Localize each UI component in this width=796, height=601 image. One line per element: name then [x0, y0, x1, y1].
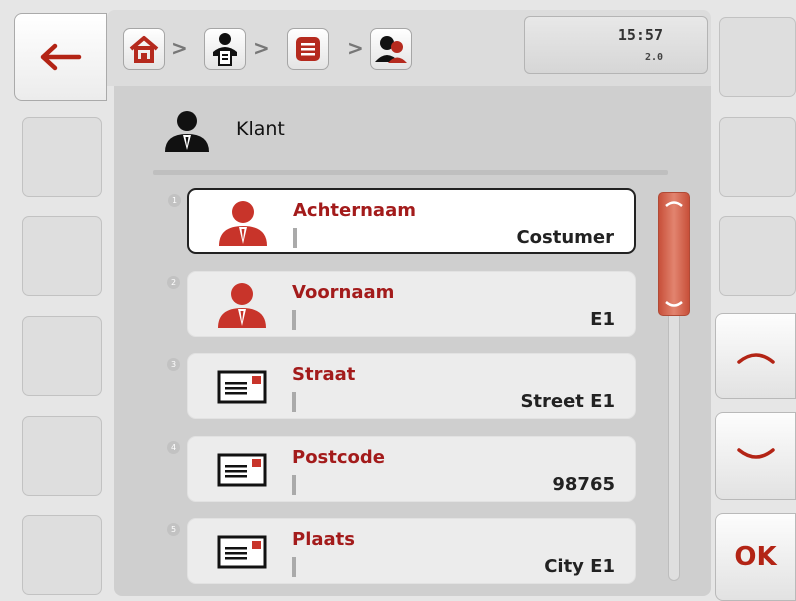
row-number: 4 — [167, 441, 180, 454]
field-value: 98765 — [552, 474, 615, 495]
field-label: Voornaam — [292, 282, 395, 303]
softkey-right-1[interactable] — [719, 17, 796, 97]
field-value: City E1 — [544, 556, 615, 577]
breadcrumb-list[interactable] — [287, 28, 329, 70]
row-number: 2 — [167, 276, 180, 289]
field-value: E1 — [590, 309, 615, 330]
field-label: Plaats — [292, 529, 355, 550]
softkey-left-4[interactable] — [22, 316, 102, 396]
field-value: Costumer — [516, 227, 614, 248]
breadcrumb-customers[interactable] — [204, 28, 246, 70]
breadcrumb-home[interactable] — [123, 28, 165, 70]
person-icon — [219, 201, 267, 246]
scroll-up-button[interactable] — [715, 313, 796, 399]
chevron-down-icon — [736, 448, 775, 459]
row-number: 5 — [167, 523, 180, 536]
row-number: 1 — [168, 194, 181, 207]
back-button[interactable] — [14, 13, 107, 101]
breadcrumb-separator: > — [347, 36, 364, 60]
page-title: Klant — [236, 118, 285, 140]
softkey-right-2[interactable] — [719, 117, 796, 197]
ok-button[interactable]: OK — [715, 513, 796, 601]
breadcrumb-separator: > — [171, 36, 188, 60]
field-row-achternaam[interactable]: 1 Achternaam Costumer — [168, 188, 636, 254]
address-card-icon — [217, 370, 267, 404]
chevron-down-icon — [665, 301, 683, 307]
person-icon — [165, 111, 209, 152]
text-cursor — [293, 228, 297, 248]
customer-icon — [375, 36, 407, 63]
title-divider — [153, 170, 668, 175]
field-row-straat[interactable]: 3 Straat Street E1 — [167, 353, 636, 419]
scroll-down-button[interactable] — [715, 412, 796, 500]
field-row-plaats[interactable]: 5 Plaats City E1 — [167, 518, 636, 584]
address-card-icon — [217, 453, 267, 487]
version-label: 2.0 — [644, 52, 663, 63]
breadcrumb-separator: > — [253, 36, 270, 60]
text-cursor — [292, 475, 296, 495]
field-row-voornaam[interactable]: 2 Voornaam E1 — [167, 271, 636, 337]
clock-time: 15:57 — [617, 26, 663, 44]
softkey-left-2[interactable] — [22, 117, 102, 197]
home-icon — [129, 36, 159, 63]
softkey-left-5[interactable] — [22, 416, 102, 496]
field-label: Postcode — [292, 447, 386, 468]
field-label: Straat — [292, 364, 356, 385]
field-value: Street E1 — [520, 391, 615, 412]
row-number: 3 — [167, 358, 180, 371]
chevron-up-icon — [665, 201, 683, 207]
field-row-postcode[interactable]: 4 Postcode 98765 — [167, 436, 636, 502]
address-card-icon — [217, 535, 267, 569]
clock-display: 15:57 2.0 — [524, 16, 708, 74]
scrollbar-thumb[interactable] — [658, 192, 690, 316]
breadcrumb-customer[interactable] — [370, 28, 412, 70]
text-cursor — [292, 392, 296, 412]
top-bar: > > > 15:57 2.0 — [107, 10, 711, 86]
chevron-up-icon — [736, 353, 775, 364]
softkey-right-3[interactable] — [719, 216, 796, 296]
text-cursor — [292, 310, 296, 330]
ok-label: OK — [734, 542, 777, 572]
person-icon — [218, 283, 266, 328]
field-label: Achternaam — [293, 200, 416, 221]
customer-card-icon — [213, 33, 237, 66]
text-cursor — [292, 557, 296, 577]
softkey-left-6[interactable] — [22, 515, 102, 595]
arrow-left-icon — [40, 43, 81, 71]
list-icon — [296, 37, 320, 61]
softkey-left-3[interactable] — [22, 216, 102, 296]
